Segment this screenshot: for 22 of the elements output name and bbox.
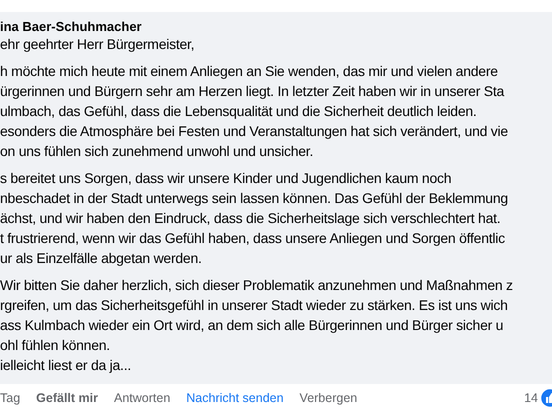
comment-text-line: ächst, und wir haben den Eindruck, dass die Sicherheitslage sich verschlechtert hat. bbox=[0, 209, 500, 228]
comment-text-line: ehr geehrter Herr Bürgermeister, bbox=[0, 35, 194, 54]
comment-text-line: h möchte mich heute mit einem Anliegen an Sie wenden, das mir und vielen andere bbox=[0, 62, 498, 81]
comment-text-line: ulmbach, das Gefühl, dass die Lebensqualität und die Sicherheit deutlich leiden. bbox=[0, 102, 477, 121]
comment-text-line: s bereitet uns Sorgen, dass wir unsere Kinder und Jugendlichen kaum noch bbox=[0, 169, 452, 188]
comment-text-line: ur als Einzelfälle abgetan werden. bbox=[0, 249, 202, 268]
comment-action-link[interactable]: Gefällt mir bbox=[36, 391, 98, 405]
author-name[interactable]: ina Baer-Schuhmacher bbox=[0, 19, 142, 34]
comment-text-line: rgreifen, um das Sicherheitsgefühl in unserer Stadt wieder zu stärken. Es ist uns wich bbox=[0, 296, 508, 315]
comment-text-line: ielleicht liest er da ja... bbox=[0, 356, 131, 375]
comment-text-line: ass Kulmbach wieder ein Ort wird, an dem sich alle Bürgerinnen und Bürger sicher u bbox=[0, 316, 504, 335]
reaction-count[interactable]: 14 bbox=[524, 391, 538, 405]
comment-text-line: ohl fühlen können. bbox=[0, 336, 110, 355]
comment-text-line: ürgerinnen und Bürgern sehr am Herzen liegt. In letzter Zeit haben wir in unserer Sta bbox=[0, 82, 504, 101]
comment-text-line: esonders die Atmosphäre bei Festen und Veranstaltungen hat sich verändert, und vie bbox=[0, 122, 508, 141]
comment-text-line: on uns fühlen sich zunehmend unwohl und unsicher. bbox=[0, 142, 314, 161]
comment-text-line: Wir bitten Sie daher herzlich, sich dieser Problematik anzunehmen und Maßnahmen z bbox=[0, 276, 513, 295]
comment-action-link[interactable]: Verbergen bbox=[300, 391, 358, 405]
comment-action-link[interactable]: Antworten bbox=[114, 391, 170, 405]
comment-text-line: nbeschadet in der Stadt unterwegs sein lassen können. Das Gefühl der Beklemmung bbox=[0, 189, 508, 208]
comment-text-line: t frustrierend, wenn wir das Gefühl haben, dass unsere Anliegen und Sorgen öffentlic bbox=[0, 229, 505, 248]
comment-action-link[interactable]: Nachricht senden bbox=[186, 391, 284, 405]
